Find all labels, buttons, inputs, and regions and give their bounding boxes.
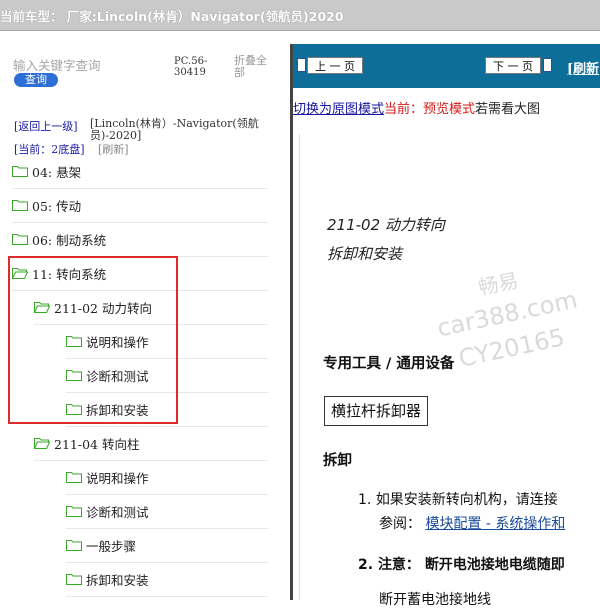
- removal-heading: 拆卸: [323, 453, 352, 469]
- folder-icon: [12, 166, 28, 177]
- folder-icon: [66, 506, 82, 517]
- tree-item[interactable]: 说明和操作: [66, 460, 268, 495]
- next-page-button[interactable]: 下 一 页: [485, 57, 541, 74]
- tree-item[interactable]: 拆卸和安装: [66, 562, 268, 597]
- tree-item-label: 拆卸和安装: [86, 572, 149, 588]
- vehicle-path: [Lincoln(林肯）-Navigator(领航员)-2020]: [90, 117, 259, 142]
- tree-item-label: 05: 传动: [32, 198, 82, 214]
- document-code: PC.56-30419: [174, 56, 208, 78]
- tools-heading: 专用工具 / 通用设备: [323, 356, 455, 372]
- tree-item-label: 06: 制动系统: [32, 232, 107, 248]
- nav-refresh-link[interactable]: [刷新: [567, 58, 599, 77]
- step-text: 断开电池接地电缆随即: [424, 557, 565, 573]
- tree-item[interactable]: 04: 悬架: [12, 154, 268, 189]
- search-input[interactable]: [13, 58, 163, 73]
- reference-link[interactable]: 模块配置 - 系统操作和: [425, 516, 565, 532]
- search-button[interactable]: 查询: [14, 73, 58, 87]
- reference-label: 参阅：: [379, 516, 421, 532]
- tree-item-label: 一般步骤: [86, 538, 137, 554]
- step-1-reference: 参阅： 模块配置 - 系统操作和: [379, 513, 565, 533]
- tree-item-label: 说明和操作: [86, 470, 149, 486]
- folder-icon: [12, 234, 28, 245]
- back-up-link[interactable]: [返回上一级]: [14, 118, 78, 134]
- folder-open-icon: [34, 438, 50, 449]
- tree-item-label: 诊断和测试: [86, 504, 149, 520]
- tree-item-label: 04: 悬架: [32, 164, 82, 180]
- mode-line: 切换为原图模式当前：预览模式若需看大图: [293, 98, 540, 117]
- step-text: 如果安装新转向机构，请连接: [375, 492, 558, 508]
- current-mode-text: 当前：预览模式: [384, 102, 476, 117]
- page-nav-bar: 上 一 页 下 一 页 [刷新: [293, 44, 600, 88]
- document-edge: [299, 134, 300, 600]
- step-warning-label: 注意：: [377, 557, 420, 573]
- tree-item[interactable]: 06: 制动系统: [12, 222, 268, 257]
- highlight-box: [8, 256, 178, 424]
- tool-name-box: 横拉杆拆卸器: [324, 396, 429, 426]
- prev-page-button[interactable]: 上 一 页: [307, 57, 363, 74]
- prev-arrow-icon[interactable]: [297, 58, 306, 72]
- collapse-all-button[interactable]: 折叠全部: [234, 55, 274, 79]
- tree-item[interactable]: 一般步骤: [66, 528, 268, 563]
- folder-icon: [66, 540, 82, 551]
- tree-item-label: 211-04 转向柱: [54, 436, 140, 452]
- folder-icon: [12, 200, 28, 211]
- tree-item[interactable]: 05: 传动: [12, 188, 268, 223]
- mode-hint-text: 若需看大图: [475, 102, 541, 117]
- current-vehicle-text: 当前车型： 厂家:Lincoln(林肯）Navigator(领航员)2020: [0, 9, 344, 24]
- switch-mode-link[interactable]: 切换为原图模式: [293, 102, 384, 117]
- step-1: 1. 如果安装新转向机构，请连接: [358, 489, 558, 509]
- top-bar: 当前车型： 厂家:Lincoln(林肯）Navigator(领航员)2020: [0, 0, 600, 31]
- doc-title: 211-02 动力转向: [327, 216, 445, 234]
- step-number: 1.: [358, 492, 372, 508]
- next-arrow-icon[interactable]: [543, 58, 552, 72]
- doc-subtitle: 拆卸和安装: [327, 245, 403, 263]
- step-2: 2. 注意： 断开电池接地电缆随即: [358, 554, 565, 574]
- tree-item[interactable]: 211-04 转向柱: [34, 426, 268, 461]
- tree-item[interactable]: 诊断和测试: [66, 494, 268, 529]
- folder-icon: [66, 574, 82, 585]
- folder-icon: [66, 472, 82, 483]
- step-3: 断开蓄电池接地线: [379, 592, 491, 608]
- step-number: 2.: [358, 557, 374, 573]
